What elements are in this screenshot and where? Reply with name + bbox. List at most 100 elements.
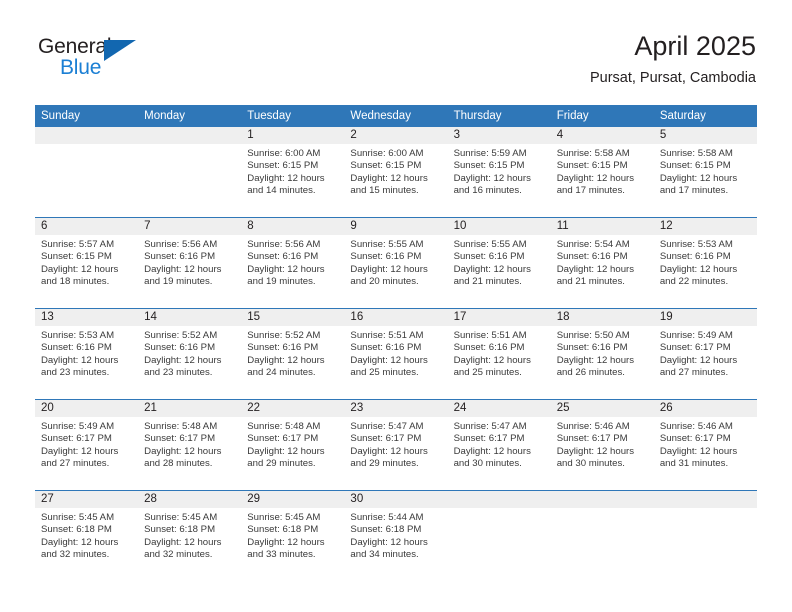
weekday-header-wednesday: Wednesday (344, 105, 448, 127)
day-cell-19[interactable]: 19 Sunrise: 5:49 AM Sunset: 6:17 PM Dayligh… (653, 308, 757, 400)
day-detail-line: Daylight: 12 hours (247, 536, 325, 548)
day-detail-line: Daylight: 12 hours (350, 172, 428, 184)
day-cell-15[interactable]: 15 Sunrise: 5:52 AM Sunset: 6:16 PM Dayligh… (241, 308, 345, 400)
day-number: 22 (241, 400, 345, 417)
day-detail-line: and 20 minutes. (350, 276, 419, 288)
day-cell-16[interactable]: 16 Sunrise: 5:51 AM Sunset: 6:16 PM Dayligh… (344, 308, 448, 400)
day-detail-line: Sunrise: 5:45 AM (41, 512, 115, 523)
brand-logo[interactable]: General Blue (38, 35, 158, 87)
day-details: Sunrise: 5:57 AM Sunset: 6:15 PM Daylight:… (35, 235, 138, 289)
day-number: 26 (653, 400, 757, 417)
day-number: 23 (344, 400, 448, 417)
day-detail-line: and 32 minutes. (144, 549, 213, 561)
day-details: Sunrise: 5:55 AM Sunset: 6:16 PM Daylight:… (344, 235, 447, 289)
day-cell-21[interactable]: 21 Sunrise: 5:48 AM Sunset: 6:17 PM Dayligh… (138, 399, 242, 491)
day-cell-6[interactable]: 6 Sunrise: 5:57 AM Sunset: 6:15 PM Daylight… (35, 217, 139, 309)
day-number: 15 (241, 309, 345, 326)
day-cell-11[interactable]: 11 Sunrise: 5:54 AM Sunset: 6:16 PM Dayligh… (550, 217, 654, 309)
day-cell-18[interactable]: 18 Sunrise: 5:50 AM Sunset: 6:16 PM Dayligh… (550, 308, 654, 400)
day-detail-line: Daylight: 12 hours (659, 172, 738, 184)
day-detail-line: and 22 minutes. (659, 276, 729, 288)
day-cell-4[interactable]: 4 Sunrise: 5:58 AM Sunset: 6:15 PM Daylight… (550, 127, 654, 218)
day-detail-line: Sunrise: 5:45 AM (247, 512, 321, 523)
day-detail-line: Daylight: 12 hours (659, 445, 738, 457)
day-cell-5[interactable]: 5 Sunrise: 5:58 AM Sunset: 6:15 PM Daylight… (653, 127, 757, 218)
day-detail-line: and 18 minutes. (41, 276, 110, 288)
day-number: 8 (241, 218, 345, 235)
day-number: 20 (35, 400, 139, 417)
day-detail-line: Sunrise: 5:56 AM (144, 239, 218, 250)
day-detail-line: Sunset: 6:16 PM (350, 251, 422, 263)
day-cell-23[interactable]: 23 Sunrise: 5:47 AM Sunset: 6:17 PM Dayligh… (344, 399, 448, 491)
day-cell-8[interactable]: 8 Sunrise: 5:56 AM Sunset: 6:16 PM Daylight… (241, 217, 345, 309)
day-number: 1 (241, 127, 345, 144)
day-cell-7[interactable]: 7 Sunrise: 5:56 AM Sunset: 6:16 PM Daylight… (138, 217, 242, 309)
day-cell-2[interactable]: 2 Sunrise: 6:00 AM Sunset: 6:15 PM Daylight… (344, 127, 448, 218)
day-detail-line: and 24 minutes. (247, 367, 316, 379)
day-detail-line: Sunset: 6:16 PM (556, 342, 628, 354)
day-details: Sunrise: 6:00 AM Sunset: 6:15 PM Daylight:… (241, 144, 344, 198)
day-detail-line: and 23 minutes. (41, 367, 110, 379)
day-cell-20[interactable]: 20 Sunrise: 5:49 AM Sunset: 6:17 PM Dayligh… (35, 399, 139, 491)
day-detail-line: Daylight: 12 hours (247, 445, 325, 457)
day-detail-line: Daylight: 12 hours (556, 354, 635, 366)
day-detail-line: Sunset: 6:16 PM (41, 342, 112, 354)
day-detail-line: Daylight: 12 hours (144, 445, 222, 457)
day-details: Sunrise: 5:44 AM Sunset: 6:18 PM Daylight:… (344, 508, 447, 562)
day-cell-9[interactable]: 9 Sunrise: 5:55 AM Sunset: 6:16 PM Daylight… (344, 217, 448, 309)
day-detail-line: Sunrise: 5:49 AM (659, 330, 733, 341)
day-detail-line: Sunrise: 5:58 AM (556, 148, 630, 159)
calendar-week-row: 1 Sunrise: 6:00 AM Sunset: 6:15 PM Daylight… (35, 127, 757, 218)
day-detail-line: Daylight: 12 hours (556, 445, 635, 457)
day-details: Sunrise: 5:47 AM Sunset: 6:17 PM Daylight:… (344, 417, 447, 471)
day-details: Sunrise: 5:51 AM Sunset: 6:16 PM Daylight:… (344, 326, 447, 380)
day-detail-line: Sunset: 6:17 PM (350, 433, 422, 445)
day-details: Sunrise: 5:50 AM Sunset: 6:16 PM Daylight:… (551, 326, 654, 380)
calendar-week-row: 6 Sunrise: 5:57 AM Sunset: 6:15 PM Daylight… (35, 217, 757, 309)
day-cell-12[interactable]: 12 Sunrise: 5:53 AM Sunset: 6:16 PM Dayligh… (653, 217, 757, 309)
day-number: 12 (653, 218, 757, 235)
day-detail-line: Sunrise: 5:51 AM (350, 330, 424, 341)
day-cell-13[interactable]: 13 Sunrise: 5:53 AM Sunset: 6:16 PM Dayligh… (35, 308, 139, 400)
day-cell-24[interactable]: 24 Sunrise: 5:47 AM Sunset: 6:17 PM Dayligh… (447, 399, 551, 491)
day-details: Sunrise: 5:59 AM Sunset: 6:15 PM Daylight:… (448, 144, 551, 198)
day-cell-17[interactable]: 17 Sunrise: 5:51 AM Sunset: 6:16 PM Dayligh… (447, 308, 551, 400)
title-block: April 2025 Pursat, Pursat, Cambodia (590, 30, 756, 88)
day-cell-26[interactable]: 26 Sunrise: 5:46 AM Sunset: 6:17 PM Dayligh… (653, 399, 757, 491)
day-cell-empty (550, 490, 654, 581)
day-number (138, 127, 242, 144)
day-cell-1[interactable]: 1 Sunrise: 6:00 AM Sunset: 6:15 PM Daylight… (241, 127, 345, 218)
day-details: Sunrise: 5:58 AM Sunset: 6:15 PM Daylight:… (551, 144, 654, 198)
day-number: 3 (447, 127, 551, 144)
weekday-header-tuesday: Tuesday (241, 105, 345, 127)
day-detail-line: Sunrise: 5:52 AM (247, 330, 321, 341)
day-number: 2 (344, 127, 448, 144)
day-detail-line: Sunset: 6:17 PM (144, 433, 216, 445)
day-detail-line: Sunset: 6:16 PM (247, 342, 319, 354)
day-cell-22[interactable]: 22 Sunrise: 5:48 AM Sunset: 6:17 PM Dayligh… (241, 399, 345, 491)
day-cell-27[interactable]: 27 Sunrise: 5:45 AM Sunset: 6:18 PM Dayligh… (35, 490, 139, 581)
day-cell-29[interactable]: 29 Sunrise: 5:45 AM Sunset: 6:18 PM Dayligh… (241, 490, 345, 581)
day-details: Sunrise: 5:45 AM Sunset: 6:18 PM Daylight:… (138, 508, 241, 562)
day-cell-25[interactable]: 25 Sunrise: 5:46 AM Sunset: 6:17 PM Dayligh… (550, 399, 654, 491)
day-number: 19 (653, 309, 757, 326)
day-detail-line: Sunset: 6:16 PM (556, 251, 628, 263)
day-number: 10 (447, 218, 551, 235)
day-detail-line: Daylight: 12 hours (453, 263, 531, 275)
calendar-week-row: 27 Sunrise: 5:45 AM Sunset: 6:18 PM Dayligh… (35, 490, 757, 581)
day-detail-line: Sunset: 6:18 PM (144, 524, 216, 536)
day-detail-line: Sunset: 6:17 PM (41, 433, 112, 445)
day-number (447, 491, 551, 508)
day-cell-28[interactable]: 28 Sunrise: 5:45 AM Sunset: 6:18 PM Dayligh… (138, 490, 242, 581)
day-cell-30[interactable]: 30 Sunrise: 5:44 AM Sunset: 6:18 PM Dayligh… (344, 490, 448, 581)
day-number: 9 (344, 218, 448, 235)
day-detail-line: and 17 minutes. (556, 185, 625, 197)
day-cell-10[interactable]: 10 Sunrise: 5:55 AM Sunset: 6:16 PM Dayligh… (447, 217, 551, 309)
day-detail-line: Daylight: 12 hours (453, 172, 531, 184)
day-detail-line: and 15 minutes. (350, 185, 419, 197)
day-details: Sunrise: 5:54 AM Sunset: 6:16 PM Daylight:… (551, 235, 654, 289)
day-cell-3[interactable]: 3 Sunrise: 5:59 AM Sunset: 6:15 PM Daylight… (447, 127, 551, 218)
day-detail-line: Sunset: 6:16 PM (453, 251, 525, 263)
triangle-icon (104, 40, 136, 61)
day-cell-14[interactable]: 14 Sunrise: 5:52 AM Sunset: 6:16 PM Dayligh… (138, 308, 242, 400)
